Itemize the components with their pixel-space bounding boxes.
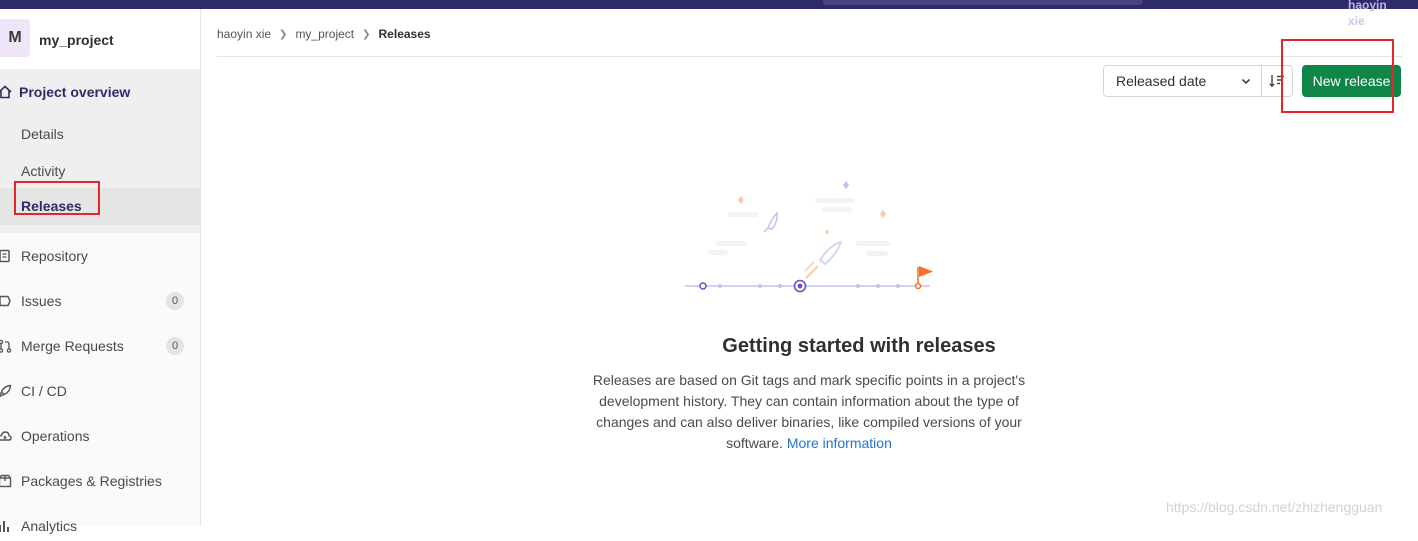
empty-state-title: Getting started with releases — [722, 335, 996, 357]
watermark-text: https://blog.csdn.net/zhizhengguan — [1166, 499, 1383, 515]
nav-project-overview[interactable]: Project overview — [0, 81, 130, 103]
project-name[interactable]: my_project — [39, 32, 114, 48]
sort-dropdown[interactable]: Released date — [1103, 65, 1262, 97]
breadcrumb: haoyin xie ❯ my_project ❯ Releases — [217, 26, 431, 42]
chevron-right-icon: ❯ — [362, 28, 371, 40]
rocket-icon — [0, 384, 12, 398]
sort-dropdown-label: Released date — [1116, 73, 1207, 89]
sidebar-item-merge-requests-label: Merge Requests — [21, 338, 124, 354]
sidebar-item-issues-label: Issues — [21, 293, 62, 309]
sidebar-item-operations-label: Operations — [21, 428, 90, 444]
chart-icon — [0, 519, 12, 533]
search-bar[interactable] — [823, 0, 1143, 5]
sidebar-item-operations[interactable]: Operations — [0, 421, 200, 451]
username-line-1: haoyin — [1348, 0, 1387, 12]
sidebar-item-ci-cd-label: CI / CD — [21, 383, 67, 399]
issues-count-badge: 0 — [166, 292, 184, 310]
sidebar-item-ci-cd[interactable]: CI / CD — [0, 376, 200, 406]
user-menu[interactable]: haoyin xie — [1348, 0, 1408, 29]
username-line-2: xie — [1348, 14, 1365, 28]
releases-empty-state-illustration — [685, 181, 933, 293]
sidebar-item-analytics[interactable]: Analytics — [0, 511, 200, 541]
chevron-down-icon — [1241, 78, 1251, 85]
top-navbar — [0, 0, 1418, 9]
cloud-gear-icon — [0, 429, 12, 443]
merge-requests-count-badge: 0 — [166, 337, 184, 355]
issues-icon — [0, 294, 12, 308]
sidebar: M my_project Project overview Details Ac… — [0, 9, 201, 534]
home-icon — [0, 85, 12, 99]
highlight-box-releases — [14, 181, 100, 215]
sidebar-item-issues[interactable]: Issues 0 — [0, 286, 200, 316]
sidebar-item-repository-label: Repository — [21, 248, 88, 264]
divider — [217, 56, 1402, 57]
sidebar-item-analytics-label: Analytics — [21, 518, 78, 534]
nav-project-overview-label: Project overview — [19, 84, 131, 100]
chevron-right-icon: ❯ — [279, 28, 288, 40]
sidebar-item-packages-registries-label: Packages & Registries — [21, 473, 162, 489]
merge-request-icon — [0, 339, 12, 353]
sidebar-item-details[interactable]: Details — [21, 126, 64, 142]
sidebar-item-repository[interactable]: Repository — [0, 241, 200, 271]
sidebar-item-activity[interactable]: Activity — [21, 163, 65, 179]
empty-state-description: Releases are based on Git tags and mark … — [584, 370, 1034, 454]
breadcrumb-item-user[interactable]: haoyin xie — [217, 27, 271, 41]
more-information-link[interactable]: More information — [787, 435, 892, 451]
breadcrumb-item-project[interactable]: my_project — [295, 27, 354, 41]
sidebar-item-merge-requests[interactable]: Merge Requests 0 — [0, 331, 200, 361]
project-avatar: M — [0, 19, 30, 57]
highlight-box-new-release — [1281, 39, 1394, 113]
project-header[interactable]: M my_project — [0, 9, 200, 69]
book-icon — [0, 249, 12, 263]
package-icon — [0, 474, 12, 488]
breadcrumb-item-current[interactable]: Releases — [379, 27, 431, 41]
sidebar-item-packages-registries[interactable]: Packages & Registries — [0, 466, 200, 496]
